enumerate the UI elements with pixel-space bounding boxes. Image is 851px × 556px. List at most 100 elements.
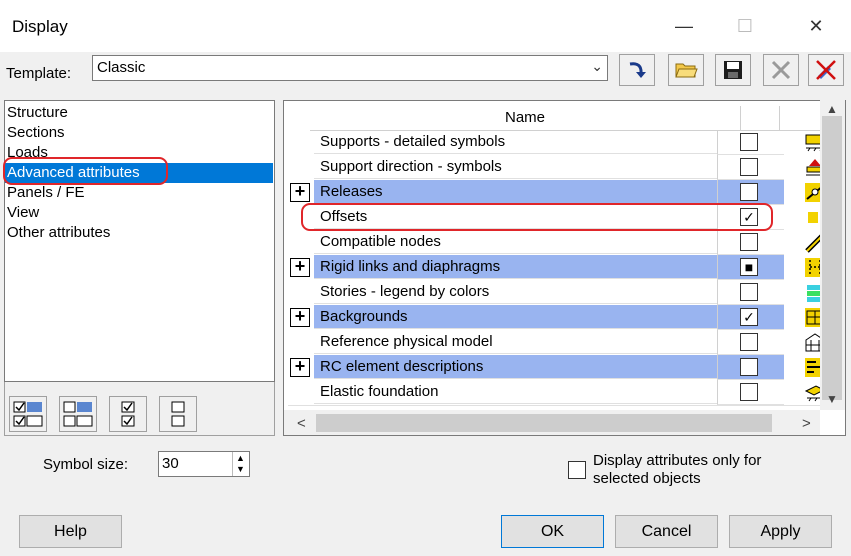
category-structure[interactable]: Structure [7,103,68,123]
table-row[interactable]: Supports - detailed symbols [288,130,825,155]
spin-up-icon[interactable]: ▲ [236,453,245,463]
apply-button[interactable]: Apply [729,515,832,548]
display-selected-only-line2: selected objects [593,470,701,487]
maximize-button[interactable]: ☐ [733,14,757,38]
check-cell [717,130,784,155]
row-name: Backgrounds [314,305,717,329]
cancel-button[interactable]: Cancel [615,515,718,548]
check-cell [717,380,784,405]
scroll-down-icon[interactable]: ▼ [826,392,838,406]
spin-down-icon[interactable]: ▼ [236,464,245,474]
table-row[interactable]: Compatible nodes [288,230,825,255]
check-cell [717,280,784,305]
ok-button[interactable]: OK [501,515,604,548]
scroll-left-icon[interactable]: < [297,415,306,432]
category-view[interactable]: View [7,203,39,223]
category-other-attributes[interactable]: Other attributes [7,223,110,243]
table-row[interactable]: + RC element descriptions [288,355,825,380]
check-visible-button[interactable] [109,396,147,432]
symbol-size-label: Symbol size: [43,456,129,473]
row-checkbox[interactable] [740,133,758,151]
row-checkbox[interactable] [740,233,758,251]
scroll-right-icon[interactable]: > [802,415,811,432]
vertical-scroll-thumb[interactable] [822,116,842,400]
row-name: Rigid links and diaphragms [314,255,717,279]
uncheck-visible-button[interactable] [159,396,197,432]
expand-button[interactable]: + [290,182,310,202]
row-checkbox[interactable]: ■ [740,258,758,276]
display-selected-only-checkbox[interactable] [568,461,586,479]
symbol-size-input[interactable]: 30 ▲ ▼ [158,451,250,477]
save-template-button[interactable] [715,54,751,86]
check-cell: ■ [717,255,784,280]
category-loads[interactable]: Loads [7,143,48,163]
attributes-grid[interactable]: Name Supports - detailed symbols Support… [283,100,846,436]
row-checkbox[interactable] [740,283,758,301]
template-value: Classic [97,59,146,76]
template-label: Template: [6,65,72,82]
row-checkbox[interactable] [740,183,758,201]
row-name: Offsets [314,205,717,229]
row-name: Elastic foundation [314,380,717,404]
symbol-size-spinner[interactable]: ▲ ▼ [232,452,249,476]
check-all-icon [13,401,43,427]
category-list[interactable]: Structure Sections Loads Advanced attrib… [4,100,275,382]
close-button[interactable]: ✕ [804,14,828,38]
chevron-down-icon: ⌄ [591,58,603,74]
row-name: RC element descriptions [314,355,717,379]
category-advanced-attributes[interactable]: Advanced attributes [5,163,273,183]
grid-header-check [714,106,780,131]
table-row[interactable]: Elastic foundation [288,380,826,405]
uncheck-all-button[interactable] [59,396,97,432]
left-toolbar [4,382,275,436]
scroll-up-icon[interactable]: ▲ [826,102,838,116]
table-row[interactable]: Stories - legend by colors [288,280,823,305]
row-checkbox[interactable] [740,333,758,351]
help-button[interactable]: Help [19,515,122,548]
row-checkbox[interactable] [740,158,758,176]
row-name: Support direction - symbols [314,155,717,179]
check-cell: ✓ [717,205,784,230]
table-row[interactable]: Support direction - symbols [288,155,824,180]
table-row[interactable]: Reference physical model [288,330,825,355]
grid-header-name[interactable]: Name [310,106,741,131]
category-panels-fe[interactable]: Panels / FE [7,183,85,203]
category-sections[interactable]: Sections [7,123,65,143]
table-row[interactable]: Offsets ✓ [288,205,822,230]
row-name: Supports - detailed symbols [314,130,717,154]
table-row[interactable]: + Backgrounds ✓ [288,305,825,330]
expand-button[interactable]: + [290,307,310,327]
minimize-button[interactable]: — [672,14,696,38]
row-checkbox[interactable] [740,383,758,401]
check-all-button[interactable] [9,396,47,432]
open-folder-icon [675,63,698,78]
check-cell: ✓ [717,305,784,330]
check-cell [717,330,784,355]
delete-template-button[interactable] [763,54,799,86]
row-checkbox[interactable] [740,358,758,376]
check-cell [717,355,784,380]
crossed-pencil-icon [816,60,836,80]
save-disk-icon [724,61,742,79]
display-selected-only-label: Display attributes only for selected obj… [593,452,813,488]
expand-button[interactable]: + [290,257,310,277]
symbol-size-value: 30 [162,455,179,472]
apply-template-button[interactable] [619,54,655,86]
delete-x-icon [771,60,791,80]
row-checkbox[interactable]: ✓ [740,208,758,226]
title-bar [0,0,851,52]
table-row[interactable]: + Rigid links and diaphragms ■ [288,255,825,280]
open-template-button[interactable] [668,54,704,86]
row-checkbox[interactable]: ✓ [740,308,758,326]
check-boxes-icon [121,401,135,427]
empty-boxes-icon [171,401,185,427]
template-select[interactable]: Classic ⌄ [92,55,608,81]
row-name: Releases [314,180,717,204]
horizontal-scroll-thumb[interactable] [316,414,772,432]
expand-button[interactable]: + [290,357,310,377]
check-cell [717,180,784,205]
table-row[interactable]: + Releases [288,180,825,205]
reset-template-button[interactable] [808,54,844,86]
check-cell [717,155,784,180]
check-cell [717,230,784,255]
